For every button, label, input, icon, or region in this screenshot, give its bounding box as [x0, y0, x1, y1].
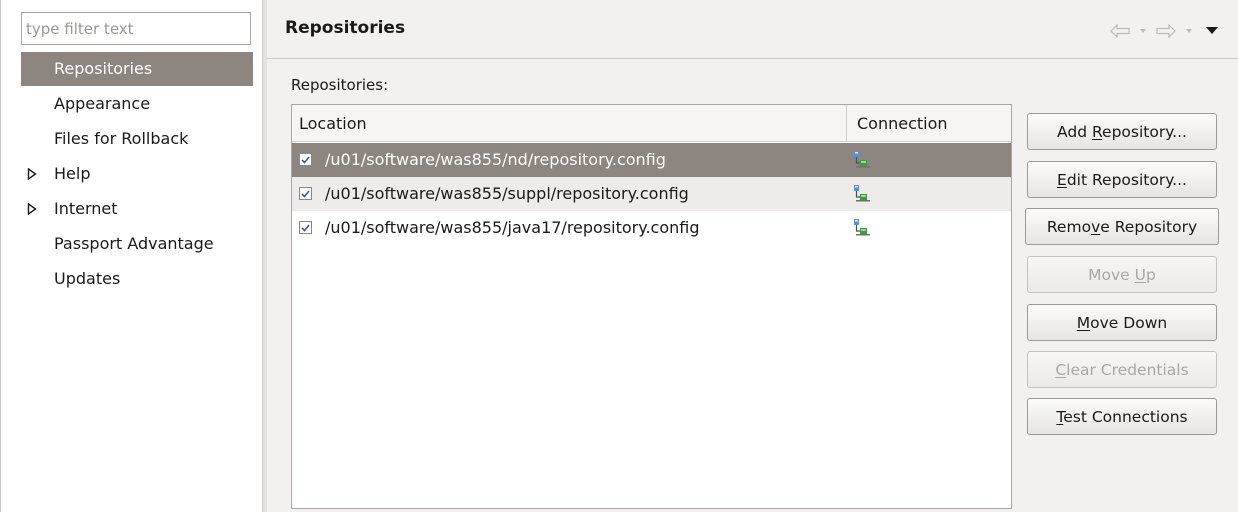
nav-item-label: Updates — [54, 269, 121, 288]
button-label: Add Repository... — [1057, 122, 1187, 141]
row-checkbox[interactable] — [299, 153, 312, 166]
add-repository-button[interactable]: Add Repository... — [1027, 113, 1217, 150]
preferences-nav-pane: Repositories Appearance Files for Rollba… — [0, 0, 262, 512]
nav-item-label: Repositories — [54, 59, 153, 78]
page-title: Repositories — [285, 18, 406, 38]
repository-connection-icon — [852, 150, 872, 170]
expand-arrow-icon[interactable] — [25, 156, 39, 191]
table-row[interactable]: /u01/software/was855/suppl/repository.co… — [292, 177, 1011, 211]
button-label: Clear Credentials — [1055, 360, 1189, 379]
test-connections-button[interactable]: Test Connections — [1027, 398, 1217, 435]
nav-item-help[interactable]: Help — [21, 156, 253, 191]
column-header-connection[interactable]: Connection — [847, 105, 1011, 142]
remove-repository-button[interactable]: Remove Repository — [1025, 208, 1219, 245]
nav-item-label: Appearance — [54, 94, 151, 113]
nav-item-repositories[interactable]: Repositories — [21, 52, 253, 86]
repository-connection-icon — [852, 184, 872, 204]
table-row[interactable]: /u01/software/was855/java17/repository.c… — [292, 211, 1011, 245]
preference-page: Repositories Repositories: Location Conn… — [267, 0, 1238, 512]
nav-item-label: Help — [54, 164, 91, 183]
button-label: Test Connections — [1056, 407, 1188, 426]
view-menu-icon[interactable] — [1200, 20, 1224, 42]
move-down-button[interactable]: Move Down — [1027, 304, 1217, 341]
location-cell: /u01/software/was855/java17/repository.c… — [325, 218, 700, 237]
nav-item-passport-advantage[interactable]: Passport Advantage — [21, 226, 253, 261]
back-dropdown-icon[interactable] — [1136, 20, 1150, 42]
button-label: Move Down — [1076, 313, 1168, 332]
forward-arrow-icon[interactable] — [1154, 20, 1178, 42]
nav-item-label: Files for Rollback — [54, 129, 189, 148]
page-header: Repositories — [267, 0, 1238, 59]
nav-item-updates[interactable]: Updates — [21, 261, 253, 296]
clear-credentials-button[interactable]: Clear Credentials — [1027, 351, 1217, 388]
button-label: Move Up — [1088, 265, 1156, 284]
button-label: Remove Repository — [1046, 217, 1198, 236]
repository-table: Location Connection /u01/software/was855… — [291, 104, 1012, 509]
column-header-location[interactable]: Location — [292, 105, 847, 142]
filter-input[interactable] — [21, 12, 251, 45]
button-label: Edit Repository... — [1057, 170, 1187, 189]
row-checkbox[interactable] — [299, 221, 312, 234]
nav-item-appearance[interactable]: Appearance — [21, 86, 253, 121]
nav-item-label: Passport Advantage — [54, 234, 214, 253]
section-label: Repositories: — [291, 76, 389, 94]
edit-repository-button[interactable]: Edit Repository... — [1027, 161, 1217, 198]
preferences-tree: Repositories Appearance Files for Rollba… — [21, 52, 253, 296]
nav-item-internet[interactable]: Internet — [21, 191, 253, 226]
table-row[interactable]: /u01/software/was855/nd/repository.confi… — [292, 143, 1011, 177]
expand-arrow-icon[interactable] — [25, 191, 39, 226]
location-cell: /u01/software/was855/nd/repository.confi… — [325, 150, 666, 169]
table-header: Location Connection — [292, 105, 1011, 142]
move-up-button[interactable]: Move Up — [1027, 256, 1217, 293]
repository-connection-icon — [852, 218, 872, 238]
back-arrow-icon[interactable] — [1108, 20, 1132, 42]
history-nav — [1108, 20, 1224, 42]
location-cell: /u01/software/was855/suppl/repository.co… — [325, 184, 689, 203]
nav-item-label: Internet — [54, 199, 118, 218]
forward-dropdown-icon[interactable] — [1182, 20, 1196, 42]
row-checkbox[interactable] — [299, 187, 312, 200]
nav-item-files-for-rollback[interactable]: Files for Rollback — [21, 121, 253, 156]
